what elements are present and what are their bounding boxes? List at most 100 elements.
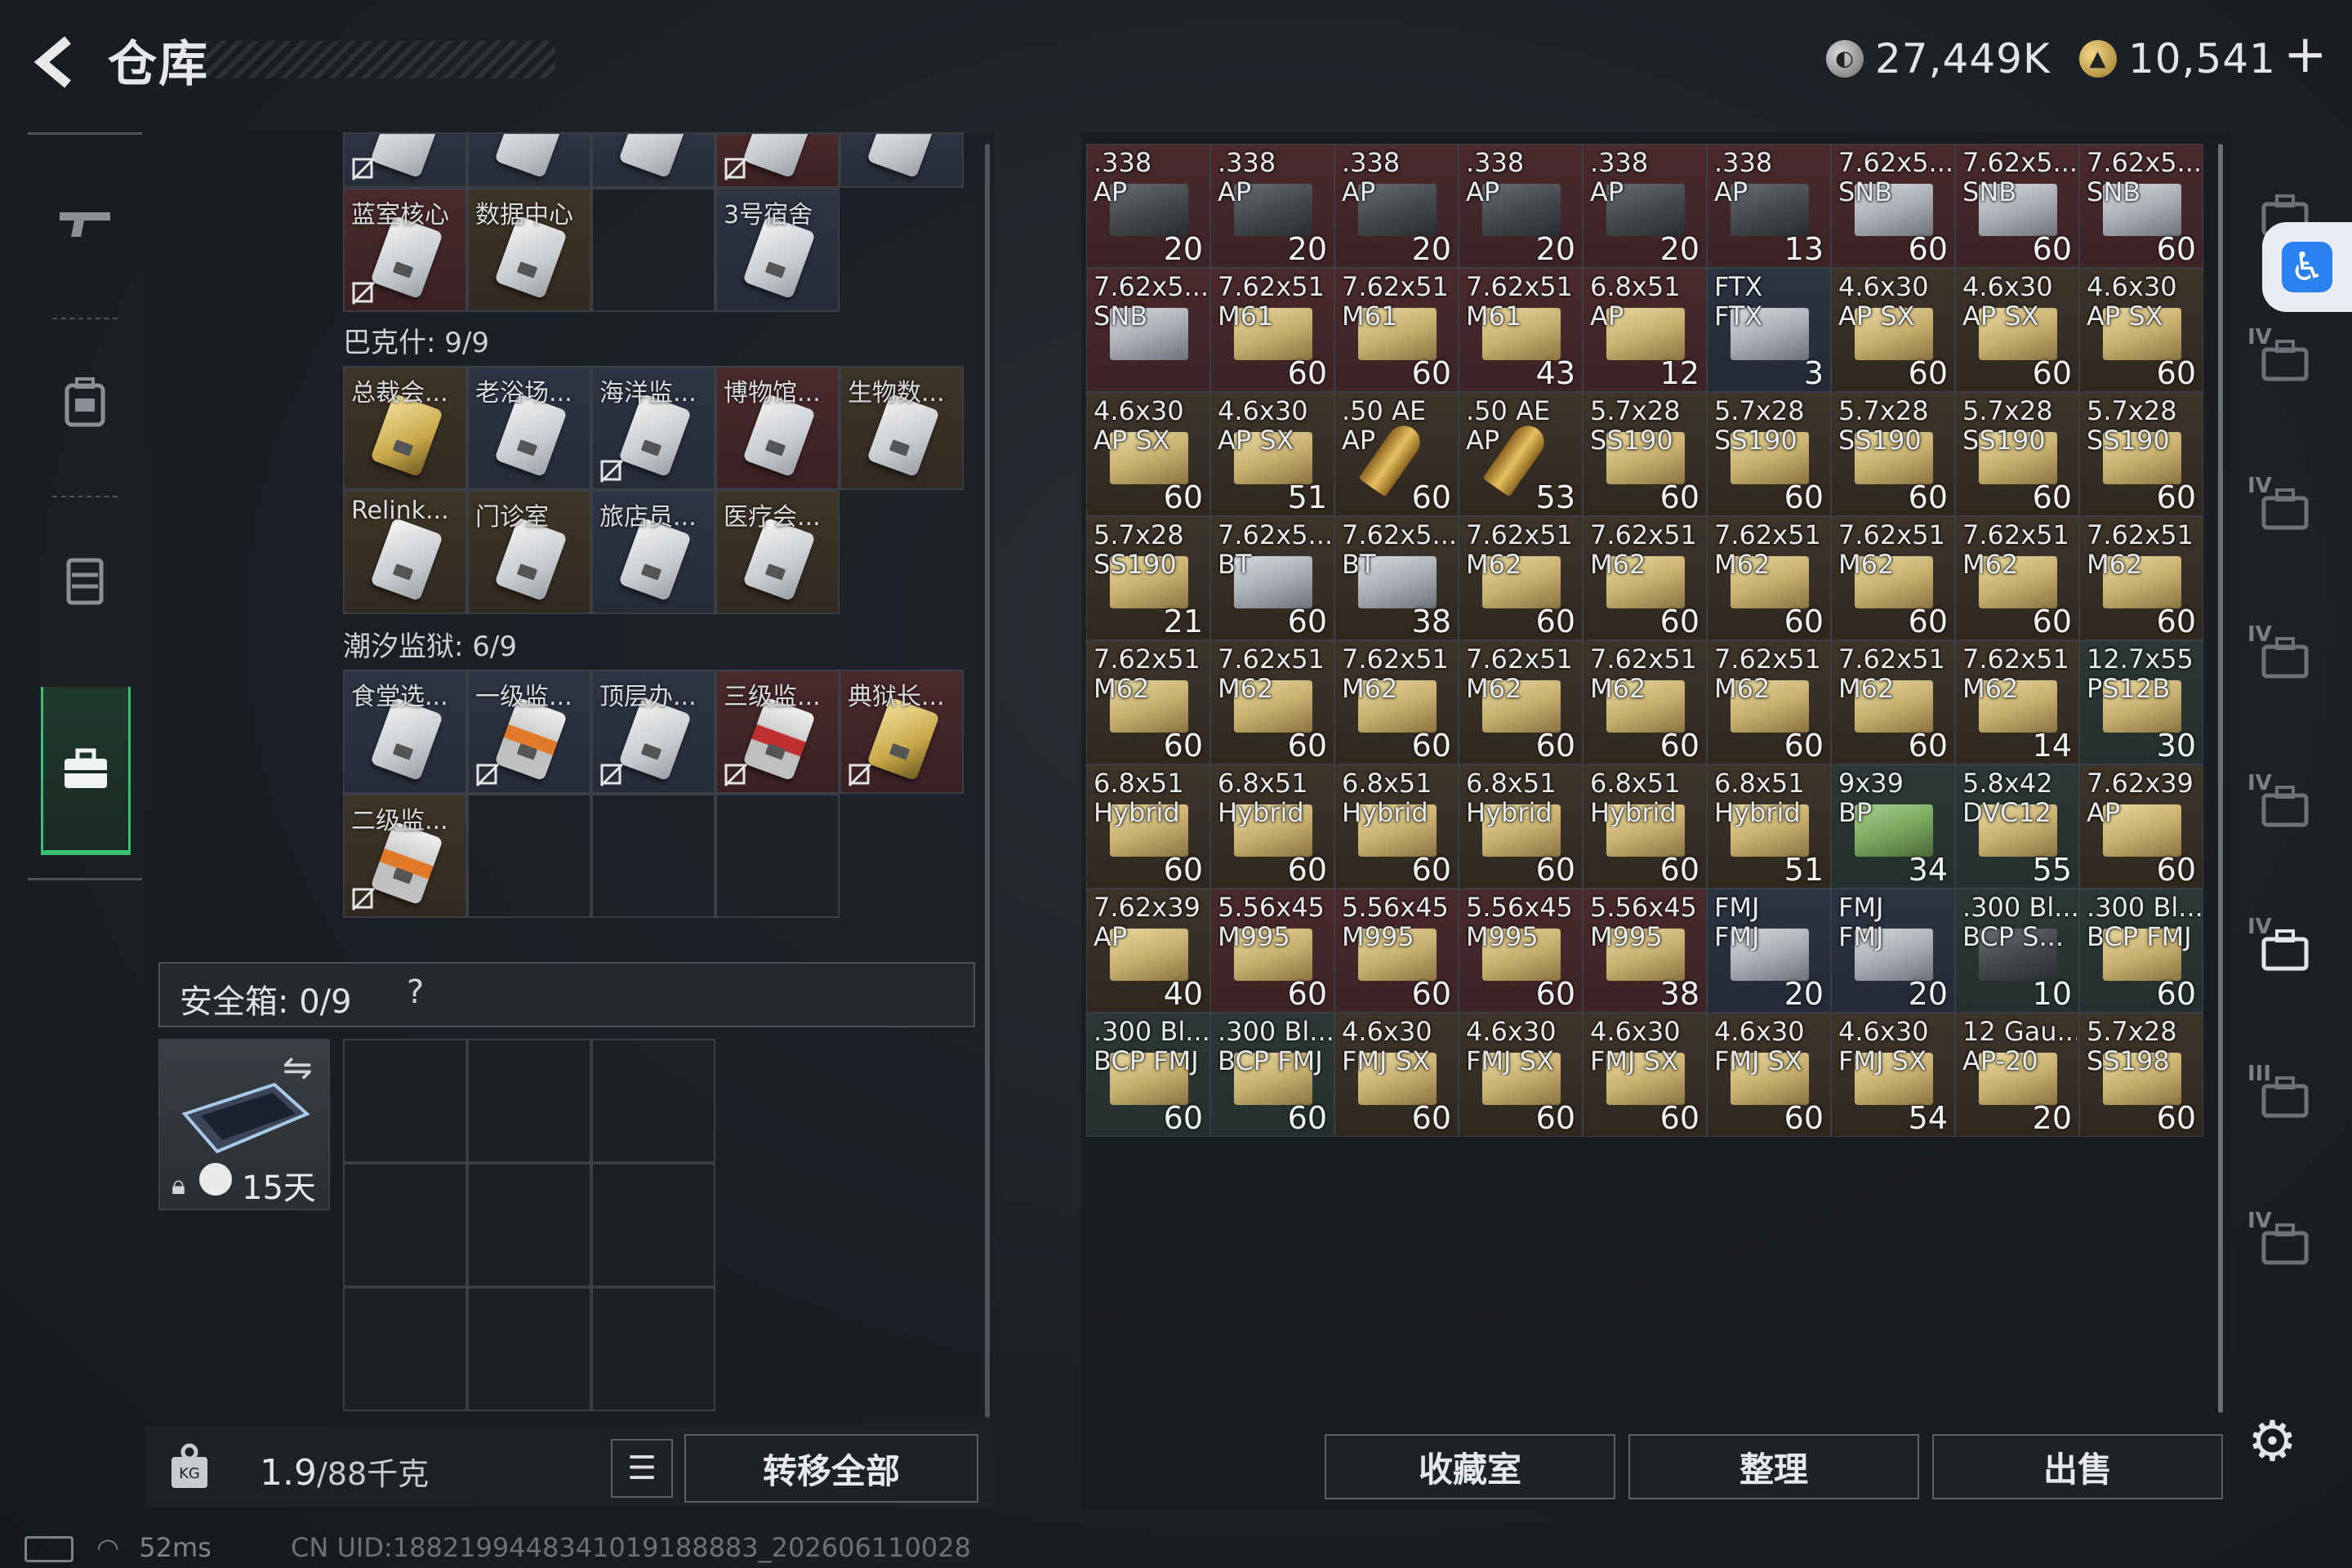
ammo-slot[interactable]: .338 AP 20 <box>1459 144 1583 268</box>
ammo-slot[interactable]: 7.62x5... SNB <box>1086 268 1210 392</box>
empty-slot[interactable] <box>591 794 715 918</box>
right-nav-item[interactable]: IV <box>2244 317 2326 415</box>
ammo-slot[interactable]: 7.62x51 M62 60 <box>2079 516 2203 640</box>
settings-gear-icon[interactable]: ⚙ <box>2247 1410 2297 1474</box>
ammo-slot[interactable]: 7.62x51 M61 60 <box>1210 268 1334 392</box>
keycard-slot[interactable]: 老浴场... <box>467 366 591 490</box>
transfer-all-button[interactable]: 转移全部 <box>684 1434 978 1503</box>
ammo-slot[interactable]: .300 Bl... BCP FMJ 60 <box>2079 889 2203 1013</box>
ammo-slot[interactable]: 5.7x28 SS190 60 <box>1831 392 1955 516</box>
keycard-slot[interactable]: 3号宿舍 <box>715 188 840 312</box>
swap-icon[interactable]: ⇋ <box>283 1047 313 1089</box>
safebox-slot[interactable] <box>343 1039 467 1163</box>
safebox-slot[interactable] <box>467 1163 591 1287</box>
ammo-slot[interactable]: 7.62x51 M62 14 <box>1955 640 2079 764</box>
ammo-slot[interactable]: 4.6x30 AP SX 60 <box>1086 392 1210 516</box>
safebox-slot[interactable] <box>591 1287 715 1411</box>
keycard-slot[interactable] <box>591 132 715 188</box>
ammo-slot[interactable]: 7.62x5... BT 60 <box>1210 516 1334 640</box>
collection-room-button[interactable]: 收藏室 <box>1325 1434 1615 1499</box>
ammo-slot[interactable]: 7.62x39 AP 60 <box>2079 764 2203 889</box>
ammo-slot[interactable]: 7.62x5... SNB 60 <box>1955 144 2079 268</box>
ammo-slot[interactable]: 5.7x28 SS190 21 <box>1086 516 1210 640</box>
ammo-slot[interactable]: 4.6x30 FMJ SX 54 <box>1831 1013 1955 1137</box>
ammo-slot[interactable]: 7.62x51 M62 60 <box>1459 516 1583 640</box>
ammo-slot[interactable]: .50 AE AP 53 <box>1459 392 1583 516</box>
safebox-slot[interactable] <box>343 1163 467 1287</box>
ammo-slot[interactable]: FMJ FMJ 20 <box>1707 889 1831 1013</box>
empty-slot[interactable] <box>467 794 591 918</box>
ammo-slot[interactable]: 5.56x45 M995 60 <box>1459 889 1583 1013</box>
inventory-scrollbar[interactable] <box>2218 144 2223 1413</box>
safebox-slot[interactable] <box>467 1287 591 1411</box>
sort-button[interactable]: 整理 <box>1628 1434 1919 1499</box>
keycard-slot[interactable]: 生物数... <box>840 366 964 490</box>
keycard-slot[interactable]: 医疗会... <box>715 490 840 614</box>
ammo-slot[interactable]: 7.62x51 M62 60 <box>1459 640 1583 764</box>
ammo-slot[interactable]: 5.7x28 SS190 60 <box>2079 392 2203 516</box>
empty-slot[interactable] <box>715 794 840 918</box>
nav-weapons[interactable] <box>28 143 142 306</box>
right-nav-item[interactable]: IV <box>2244 906 2326 1004</box>
keycard-slot[interactable]: 二级监... <box>343 794 467 918</box>
keycard-slot[interactable]: 博物馆... <box>715 366 840 490</box>
ammo-slot[interactable]: .300 Bl... BCP FMJ 60 <box>1086 1013 1210 1137</box>
nav-vest[interactable] <box>28 499 142 662</box>
ammo-slot[interactable]: 4.6x30 FMJ SX 60 <box>1334 1013 1459 1137</box>
keycard-slot[interactable]: 蓝室核心 <box>343 188 467 312</box>
ammo-slot[interactable]: 6.8x51 Hybrid 60 <box>1583 764 1707 889</box>
keycard-slot[interactable] <box>840 132 964 188</box>
ammo-slot[interactable]: 7.62x51 M62 60 <box>1831 516 1955 640</box>
right-nav-item[interactable]: IV <box>2244 466 2326 564</box>
keycard-slot[interactable] <box>715 132 840 188</box>
list-view-button[interactable]: ☰ <box>611 1439 673 1498</box>
keycard-slot[interactable]: 一级监... <box>467 670 591 794</box>
keycard-slot[interactable]: 食堂选... <box>343 670 467 794</box>
ammo-slot[interactable]: 7.62x5... SNB 60 <box>1831 144 1955 268</box>
safebox-help-button[interactable]: ? <box>407 973 424 1011</box>
storage-scrollbar[interactable] <box>985 144 990 1418</box>
right-nav-item[interactable]: III <box>2244 1054 2326 1152</box>
ammo-slot[interactable]: 7.62x51 M62 60 <box>1955 516 2079 640</box>
ammo-slot[interactable]: 5.56x45 M995 38 <box>1583 889 1707 1013</box>
safebox-slot[interactable] <box>591 1039 715 1163</box>
ammo-slot[interactable]: 4.6x30 FMJ SX 60 <box>1459 1013 1583 1137</box>
keycard-slot[interactable]: Relink... <box>343 490 467 614</box>
ammo-slot[interactable]: 4.6x30 AP SX 60 <box>1831 268 1955 392</box>
ammo-slot[interactable]: 5.56x45 M995 60 <box>1210 889 1334 1013</box>
ammo-slot[interactable]: .300 Bl... BCP FMJ 60 <box>1210 1013 1334 1137</box>
nav-backpack[interactable] <box>28 321 142 484</box>
keycard-slot[interactable]: 顶层办... <box>591 670 715 794</box>
ammo-slot[interactable]: FTX FTX 3 <box>1707 268 1831 392</box>
keycard-slot[interactable]: 门诊室 <box>467 490 591 614</box>
ammo-slot[interactable]: 6.8x51 Hybrid 51 <box>1707 764 1831 889</box>
ammo-slot[interactable]: 7.62x51 M62 60 <box>1707 516 1831 640</box>
ammo-slot[interactable]: 6.8x51 AP 12 <box>1583 268 1707 392</box>
ammo-slot[interactable]: 12 Gau... AP-20 20 <box>1955 1013 2079 1137</box>
nav-storage[interactable] <box>41 687 131 855</box>
sell-button[interactable]: 出售 <box>1932 1434 2223 1499</box>
ammo-slot[interactable]: 9x39 BP 34 <box>1831 764 1955 889</box>
ammo-slot[interactable]: 4.6x30 AP SX 51 <box>1210 392 1334 516</box>
safebox-slot[interactable] <box>467 1039 591 1163</box>
keycard-slot[interactable]: 三级监... <box>715 670 840 794</box>
ammo-slot[interactable]: FMJ FMJ 20 <box>1831 889 1955 1013</box>
keycard-slot[interactable]: 数据中心 <box>467 188 591 312</box>
safebox-slot[interactable] <box>343 1287 467 1411</box>
ammo-slot[interactable]: 12.7x55 PS12B 30 <box>2079 640 2203 764</box>
safebox-slot[interactable] <box>591 1163 715 1287</box>
ammo-slot[interactable]: 4.6x30 FMJ SX 60 <box>1707 1013 1831 1137</box>
ammo-slot[interactable]: 7.62x5... BT 38 <box>1334 516 1459 640</box>
ammo-slot[interactable]: 5.7x28 SS190 60 <box>1955 392 2079 516</box>
ammo-slot[interactable]: 6.8x51 Hybrid 60 <box>1459 764 1583 889</box>
ammo-slot[interactable]: 7.62x51 M62 60 <box>1086 640 1210 764</box>
right-nav-item[interactable]: IV <box>2244 1200 2326 1298</box>
keycard-slot[interactable]: 典狱长... <box>840 670 964 794</box>
ammo-slot[interactable]: 4.6x30 FMJ SX 60 <box>1583 1013 1707 1137</box>
ammo-slot[interactable]: 4.6x30 AP SX 60 <box>1955 268 2079 392</box>
ammo-slot[interactable]: 5.7x28 SS190 60 <box>1707 392 1831 516</box>
accessibility-button[interactable]: ♿︎ <box>2262 222 2352 312</box>
ammo-slot[interactable]: .300 Bl... BCP S... 10 <box>1955 889 2079 1013</box>
ammo-slot[interactable]: 7.62x51 M62 60 <box>1583 640 1707 764</box>
ammo-slot[interactable]: 4.6x30 AP SX 60 <box>2079 268 2203 392</box>
